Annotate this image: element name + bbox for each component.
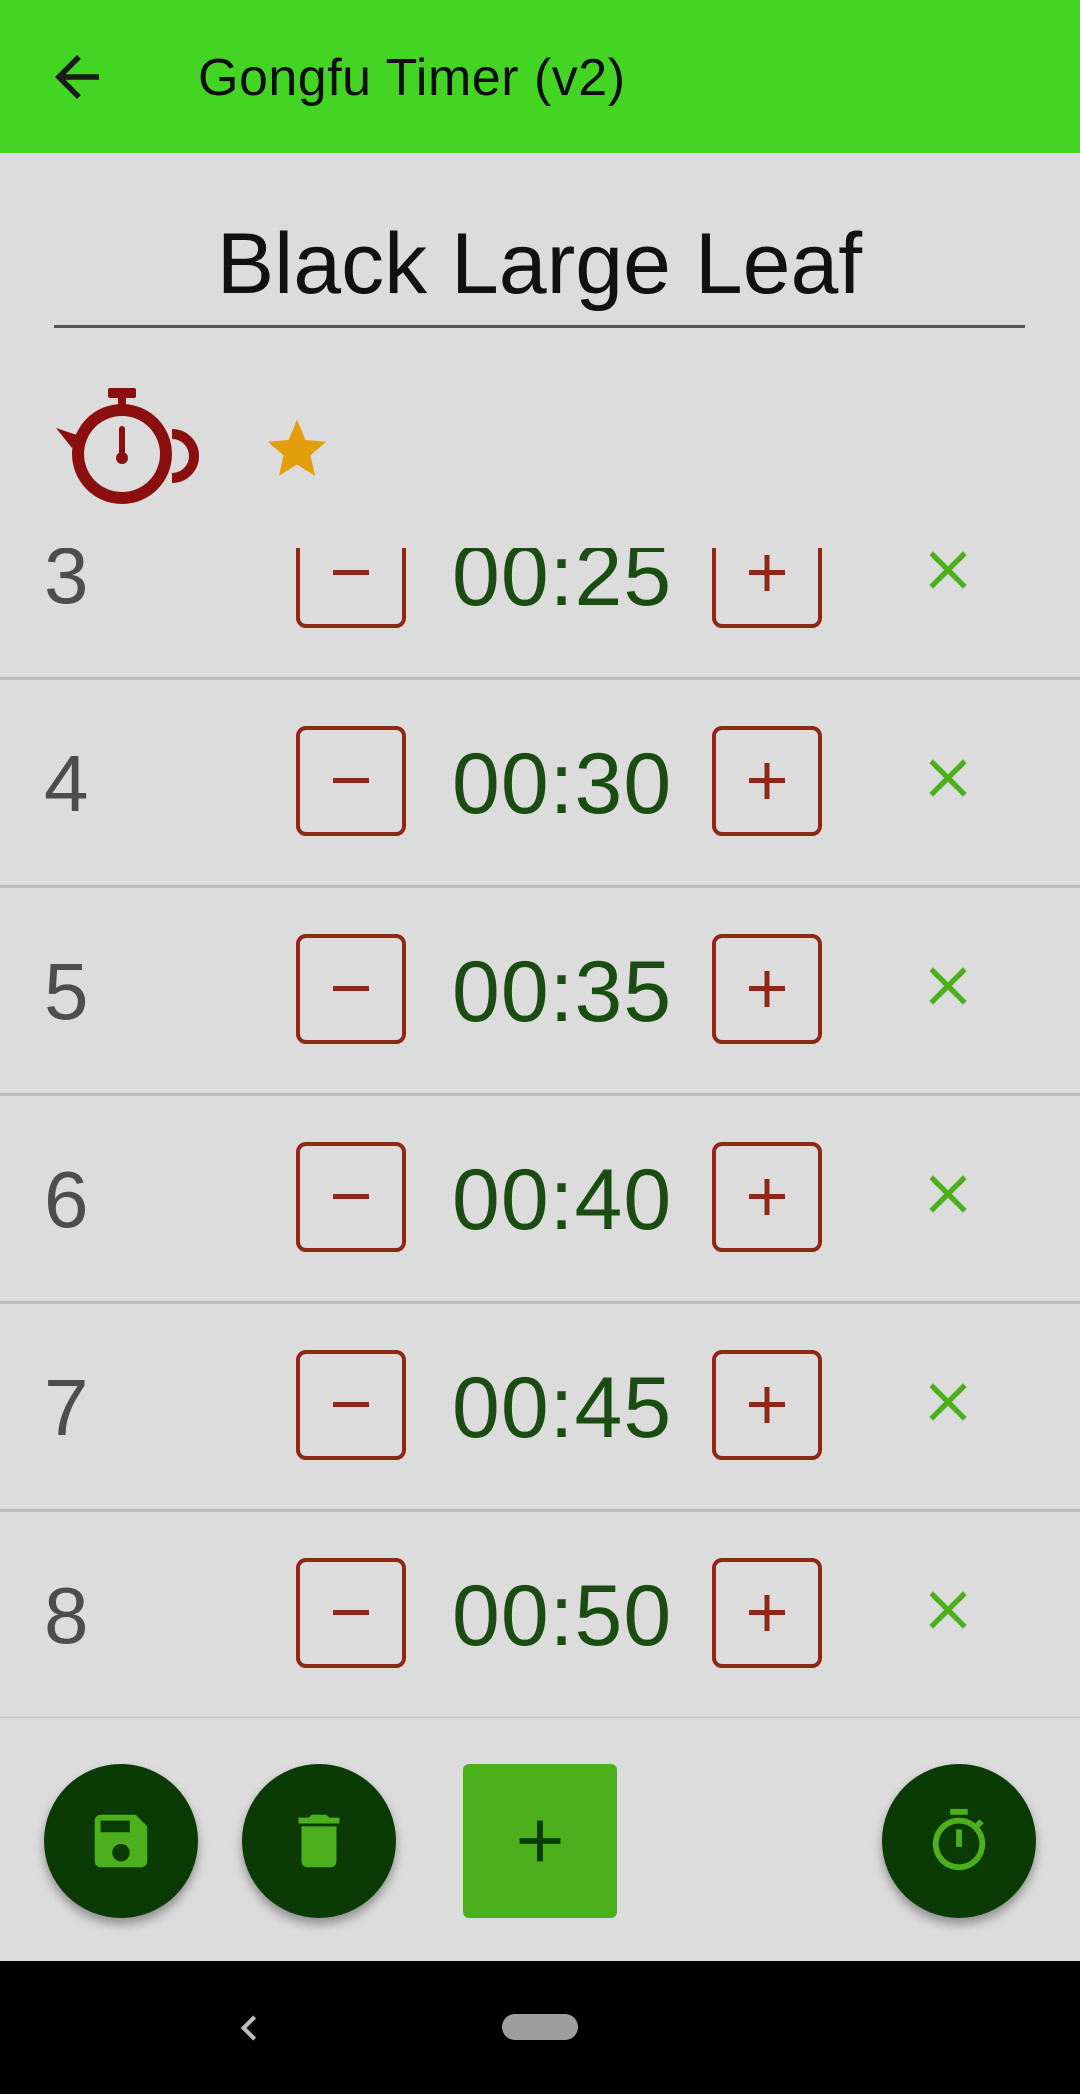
save-icon [94,1814,148,1868]
decrease-time-button[interactable] [296,1350,406,1460]
close-icon[interactable] [916,954,980,1018]
increase-time-button[interactable] [712,1350,822,1460]
arrow-left-icon[interactable] [44,44,110,110]
minus-icon [333,1610,369,1615]
minus-icon [333,1402,369,1407]
infusion-time: 00:25 [452,548,673,624]
infusion-row: 7 00:45 [0,1304,1080,1512]
infusion-row: 4 00:30 [0,680,1080,888]
app-title: Gongfu Timer (v2) [198,49,626,107]
trash-icon [298,1814,340,1868]
tea-name-field[interactable]: Black Large Leaf [54,212,1025,328]
close-icon[interactable] [916,1370,980,1434]
plus-icon [519,1820,561,1862]
tea-name-value[interactable]: Black Large Leaf [54,212,1025,317]
increase-time-button[interactable] [712,726,822,836]
decrease-time-button[interactable] [296,548,406,628]
decrease-time-button[interactable] [296,1558,406,1668]
increase-time-button[interactable] [712,1142,822,1252]
decrease-time-button[interactable] [296,726,406,836]
decrease-time-button[interactable] [296,934,406,1044]
infusion-time: 00:50 [452,1568,673,1664]
infusion-time: 00:40 [452,1152,673,1248]
system-nav-bar [0,1961,1080,2094]
infusion-time: 00:35 [452,944,673,1040]
minus-icon [333,778,369,783]
infusion-time: 00:30 [452,736,673,832]
close-icon[interactable] [916,1578,980,1642]
increase-time-button[interactable] [712,934,822,1044]
chevron-left-icon[interactable] [224,2003,274,2053]
plus-icon [749,971,785,1007]
infusion-index: 4 [44,739,89,828]
teapot-timer-icon [56,388,199,504]
minus-icon [333,986,369,991]
star-icon[interactable] [262,414,332,484]
stopwatch-icon [932,1808,986,1871]
infusion-index: 6 [44,1155,89,1244]
increase-time-button[interactable] [712,1558,822,1668]
increase-time-button[interactable] [712,548,822,628]
delete-tea-button[interactable] [242,1764,396,1918]
start-timer-button[interactable] [882,1764,1036,1918]
infusion-index: 5 [44,947,89,1036]
infusion-row: 8 00:50 [0,1512,1080,1718]
infusion-index: 3 [44,548,89,620]
minus-icon [333,570,369,575]
close-icon[interactable] [916,1162,980,1226]
infusion-list[interactable]: 3 00:25 4 00:30 5 00:35 6 00:40 7 00:45 … [0,548,1080,1718]
minus-icon [333,1194,369,1199]
infusion-index: 8 [44,1571,89,1660]
plus-icon [749,763,785,799]
infusion-time: 00:45 [452,1360,673,1456]
app-bar: Gongfu Timer (v2) [0,0,1080,153]
plus-icon [749,555,785,591]
infusion-row: 5 00:35 [0,888,1080,1096]
plus-icon [749,1179,785,1215]
plus-icon [749,1595,785,1631]
plus-icon [749,1387,785,1423]
save-button[interactable] [44,1764,198,1918]
home-pill[interactable] [502,2014,578,2040]
infusion-index: 7 [44,1363,89,1452]
infusion-row: 3 00:25 [0,548,1080,680]
close-icon[interactable] [916,746,980,810]
close-icon[interactable] [916,548,980,602]
add-infusion-button[interactable] [463,1764,617,1918]
decrease-time-button[interactable] [296,1142,406,1252]
infusion-row: 6 00:40 [0,1096,1080,1304]
